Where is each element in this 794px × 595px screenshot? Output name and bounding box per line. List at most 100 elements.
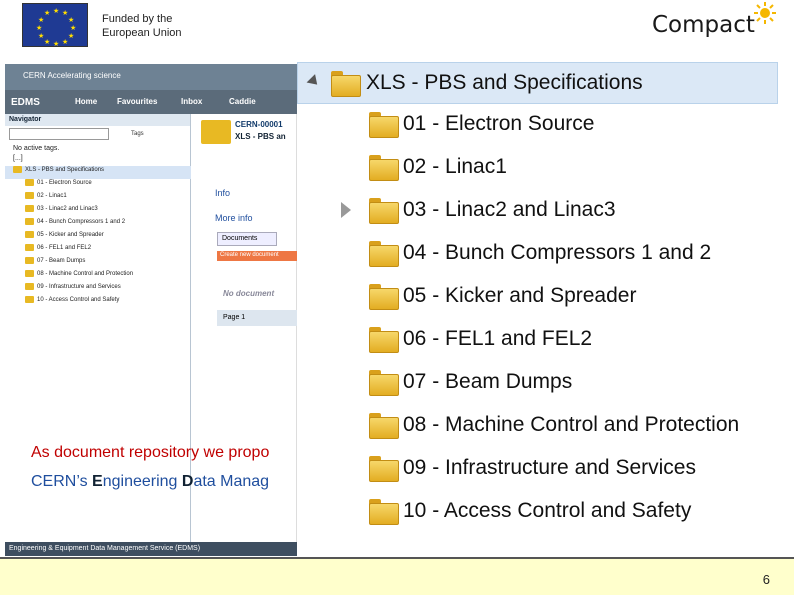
info-link[interactable]: Info <box>215 188 230 198</box>
funded-line1: Funded by the <box>102 13 173 25</box>
navigator-tree-item[interactable]: 09 - Infrastructure and Services <box>5 283 191 296</box>
slide-footer <box>0 557 794 595</box>
tree-item[interactable]: 06 - FEL1 and FEL2 <box>297 319 778 362</box>
tree-item[interactable]: 03 - Linac2 and Linac3 <box>297 190 778 233</box>
folder-icon <box>25 270 34 277</box>
navigator-tree-root-label: XLS - PBS and Specifications <box>25 167 105 174</box>
edms-nav-bar: EDMS Home Favourites Inbox Caddie <box>5 90 297 114</box>
tree-item-label: 09 - Infrastructure and Services <box>403 456 696 479</box>
navigator-root[interactable]: [...] <box>13 155 23 162</box>
tags-dropdown[interactable]: Tags <box>131 131 144 137</box>
cern-title: CERN Accelerating science <box>23 71 121 80</box>
caption-tail: ata Manag <box>193 473 270 490</box>
navigator-tree-item[interactable]: 06 - FEL1 and FEL2 <box>5 244 191 257</box>
expanded-arrow-icon[interactable] <box>306 74 322 89</box>
navigator-tree-item-label: 10 - Access Control and Safety <box>37 297 120 304</box>
tree-item-label: 07 - Beam Dumps <box>403 370 573 393</box>
folder-icon <box>369 155 399 181</box>
navigator-tree-item-label: 02 - Linac1 <box>37 193 67 200</box>
folder-icon <box>25 257 34 264</box>
caption-line1: As document repository we propo <box>31 444 270 461</box>
document-id: CERN-00001 <box>235 120 283 129</box>
nav-home[interactable]: Home <box>75 97 97 106</box>
caption-prefix: CERN’s <box>31 473 93 490</box>
navigator-tree-item[interactable]: 07 - Beam Dumps <box>5 257 191 270</box>
navigator-tree-item[interactable]: 01 - Electron Source <box>5 179 191 192</box>
document-title: XLS - PBS an <box>235 132 286 141</box>
funded-by-text: Funded by the European Union <box>102 12 182 40</box>
tree-item-label: 06 - FEL1 and FEL2 <box>403 327 593 350</box>
folder-tree: XLS - PBS and Specifications 01 - Electr… <box>297 62 778 556</box>
edms-footer: Engineering & Equipment Data Management … <box>5 542 297 556</box>
navigator-tree-item-label: 04 - Bunch Compressors 1 and 2 <box>37 219 126 226</box>
navigator-tree: XLS - PBS and Specifications 01 - Electr… <box>5 166 191 309</box>
edms-logo: EDMS <box>11 97 40 108</box>
navigator-tree-item-label: 09 - Infrastructure and Services <box>37 284 121 291</box>
navigator-tree-item[interactable]: 08 - Machine Control and Protection <box>5 270 191 283</box>
folder-icon <box>25 205 34 212</box>
tree-item[interactable]: 02 - Linac1 <box>297 147 778 190</box>
navigator-tree-item[interactable]: 03 - Linac2 and Linac3 <box>5 205 191 218</box>
folder-icon <box>25 231 34 238</box>
navigator-tree-item-label: 07 - Beam Dumps <box>37 258 86 265</box>
folder-icon <box>369 499 399 525</box>
page-number: 6 <box>762 572 770 587</box>
pager[interactable]: Page 1 <box>217 310 297 326</box>
navigator-tree-item[interactable]: 02 - Linac1 <box>5 192 191 205</box>
folder-icon <box>369 413 399 439</box>
tree-item[interactable]: 07 - Beam Dumps <box>297 362 778 405</box>
tree-item[interactable]: 01 - Electron Source <box>297 104 778 147</box>
funded-line2: European Union <box>102 27 182 39</box>
eu-flag-logo: ★ ★ ★ ★ ★ ★ ★ ★ ★ ★ ★ ★ <box>22 3 88 48</box>
tree-item-label: 01 - Electron Source <box>403 112 595 135</box>
folder-icon <box>25 192 34 199</box>
navigator-tree-item-label: 05 - Kicker and Spreader <box>37 232 104 239</box>
navigator-tree-item-label: 06 - FEL1 and FEL2 <box>37 245 92 252</box>
tree-item-label: 04 - Bunch Compressors 1 and 2 <box>403 241 712 264</box>
folder-icon <box>369 241 399 267</box>
nav-caddie[interactable]: Caddie <box>229 97 256 106</box>
navigator-search-input[interactable] <box>9 128 109 140</box>
no-active-tags: No active tags. <box>13 145 60 152</box>
folder-icon <box>13 166 22 173</box>
collapsed-arrow-icon[interactable] <box>341 202 351 218</box>
navigator-tree-item-label: 03 - Linac2 and Linac3 <box>37 206 98 213</box>
folder-icon <box>331 71 361 97</box>
tree-item-label: 10 - Access Control and Safety <box>403 499 692 522</box>
caption-e: E <box>92 473 103 490</box>
create-document-button[interactable]: Create new document <box>217 251 297 261</box>
folder-icon <box>369 284 399 310</box>
folder-icon <box>369 198 399 224</box>
tree-root-label: XLS - PBS and Specifications <box>366 71 643 94</box>
tree-item[interactable]: 10 - Access Control and Safety <box>297 491 778 534</box>
navigator-tree-item[interactable]: 04 - Bunch Compressors 1 and 2 <box>5 218 191 231</box>
compact-logo: Compact <box>652 12 755 38</box>
navigator-tree-root[interactable]: XLS - PBS and Specifications <box>5 166 191 179</box>
cern-top-bar: CERN Accelerating science <box>5 64 297 90</box>
tree-item[interactable]: 04 - Bunch Compressors 1 and 2 <box>297 233 778 276</box>
folder-icon <box>369 370 399 396</box>
folder-icon <box>369 456 399 482</box>
tree-item-label: 03 - Linac2 and Linac3 <box>403 198 616 221</box>
documents-tab[interactable]: Documents <box>217 232 277 246</box>
folder-icon <box>25 179 34 186</box>
nav-inbox[interactable]: Inbox <box>181 97 202 106</box>
navigator-tree-item-label: 01 - Electron Source <box>37 180 92 187</box>
folder-icon <box>369 112 399 138</box>
folder-icon <box>369 327 399 353</box>
tree-item-label: 02 - Linac1 <box>403 155 507 178</box>
navigator-title: Navigator <box>5 114 190 126</box>
folder-icon <box>25 283 34 290</box>
navigator-tree-item-label: 08 - Machine Control and Protection <box>37 271 134 278</box>
navigator-tree-item[interactable]: 10 - Access Control and Safety <box>5 296 191 309</box>
tree-item[interactable]: 05 - Kicker and Spreader <box>297 276 778 319</box>
tree-item[interactable]: 09 - Infrastructure and Services <box>297 448 778 491</box>
navigator-tree-item[interactable]: 05 - Kicker and Spreader <box>5 231 191 244</box>
caption-d: D <box>181 473 194 490</box>
folder-icon <box>201 120 231 144</box>
nav-favourites[interactable]: Favourites <box>117 97 157 106</box>
more-info-link[interactable]: More info <box>215 213 253 223</box>
tree-root-row[interactable]: XLS - PBS and Specifications <box>297 62 778 104</box>
tree-item[interactable]: 08 - Machine Control and Protection <box>297 405 778 448</box>
caption-mid: ngineering <box>102 473 182 490</box>
